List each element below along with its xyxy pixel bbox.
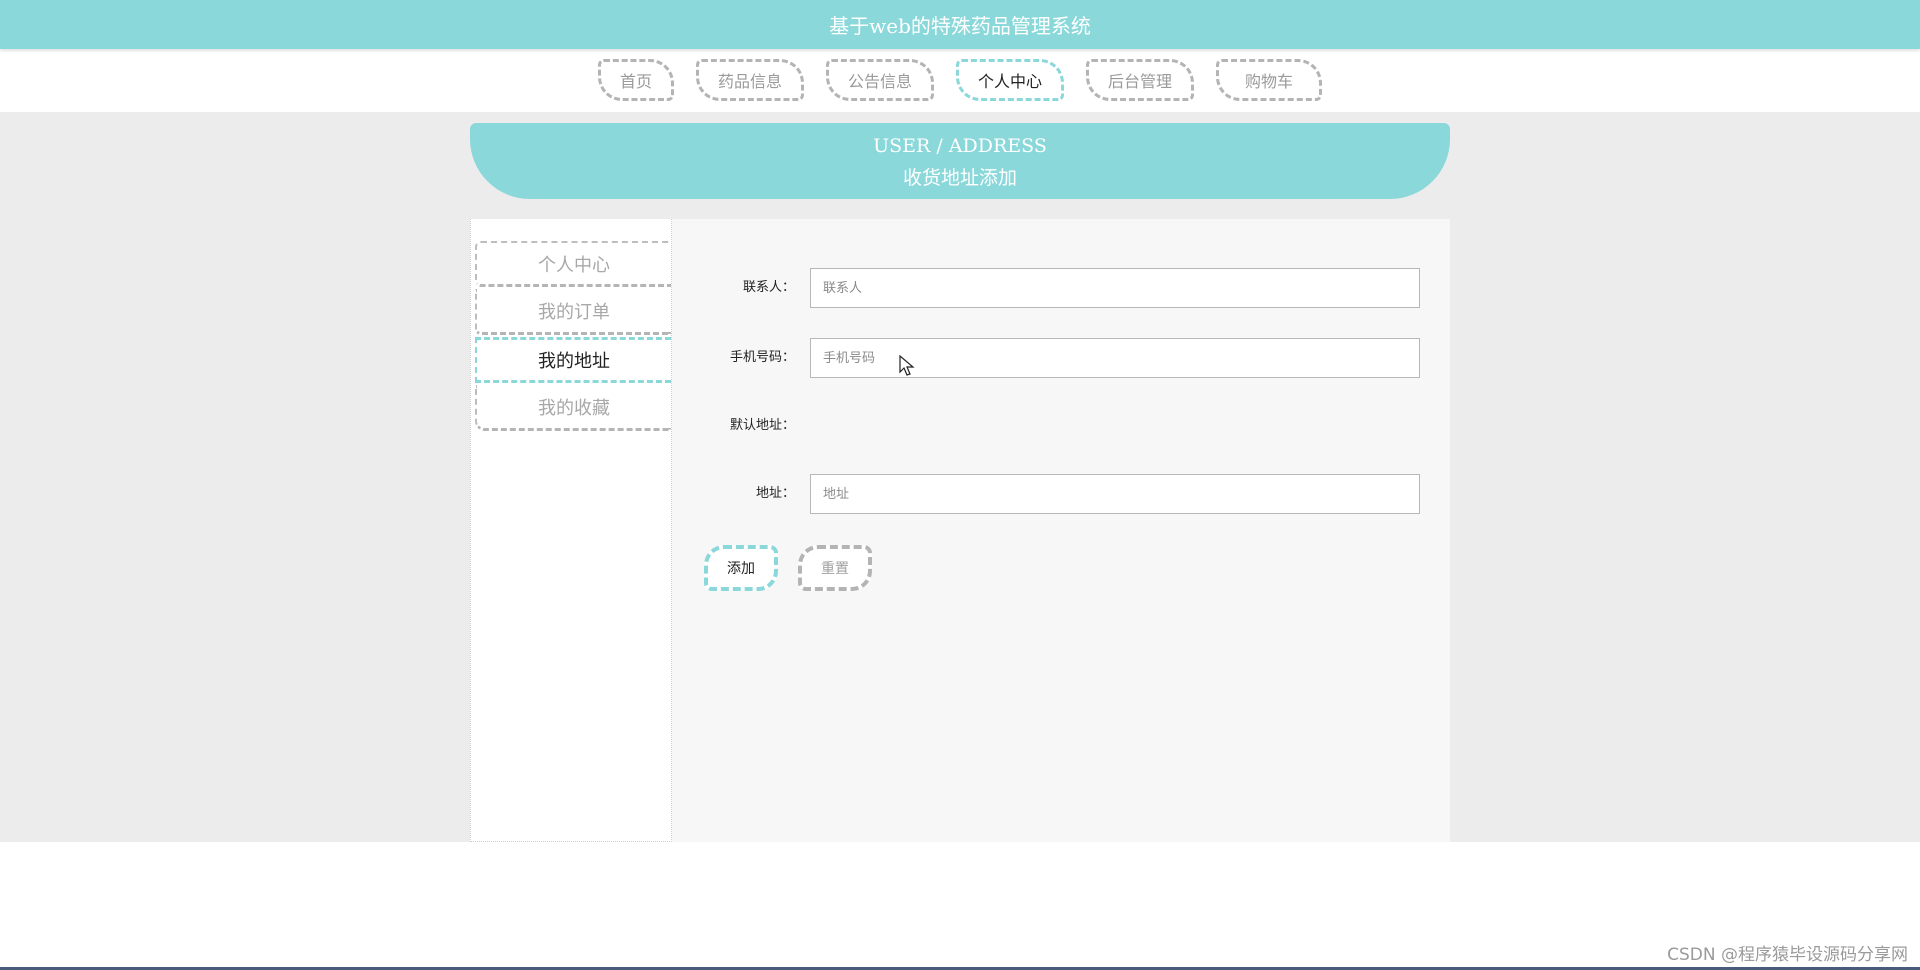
- header-bar: 基于web的特殊药品管理系统: [0, 0, 1920, 49]
- sidebar-item-my-address[interactable]: 我的地址: [475, 337, 671, 383]
- nav-item-announcements[interactable]: 公告信息: [826, 59, 934, 101]
- nav-item-cart[interactable]: 购物车: [1216, 59, 1322, 101]
- nav-item-admin[interactable]: 后台管理: [1086, 59, 1194, 101]
- sidebar: 个人中心 我的订单 我的地址 我的收藏: [470, 219, 672, 842]
- banner-title-en: USER / ADDRESS: [873, 135, 1047, 157]
- contact-label: 联系人：: [742, 280, 795, 295]
- mouse-pointer-icon: [899, 355, 915, 376]
- site-title: 基于web的特殊药品管理系统: [829, 14, 1091, 38]
- page-banner: USER / ADDRESS 收货地址添加: [470, 123, 1450, 199]
- default-address-label: 默认地址：: [729, 418, 795, 433]
- sidebar-item-personal-center[interactable]: 个人中心: [475, 241, 671, 287]
- banner-title-cn: 收货地址添加: [902, 167, 1017, 189]
- phone-label: 手机号码：: [729, 350, 795, 365]
- sidebar-item-my-favorites[interactable]: 我的收藏: [475, 385, 671, 431]
- nav-item-personal-center[interactable]: 个人中心: [956, 59, 1064, 101]
- sidebar-item-my-orders[interactable]: 我的订单: [475, 289, 671, 335]
- nav-item-medicine-info[interactable]: 药品信息: [696, 59, 804, 101]
- main-nav: 首页 药品信息 公告信息 个人中心 后台管理 购物车: [0, 52, 1920, 108]
- page: 基于web的特殊药品管理系统 首页 药品信息 公告信息 个人中心 后台管理 购物…: [0, 0, 1920, 970]
- address-input[interactable]: [810, 474, 1420, 514]
- form-panel: [672, 219, 1450, 842]
- address-label: 地址：: [755, 486, 795, 501]
- contact-input[interactable]: [810, 268, 1420, 308]
- add-button[interactable]: 添加: [704, 545, 778, 591]
- nav-item-home[interactable]: 首页: [598, 59, 674, 101]
- watermark: CSDN @程序猿毕设源码分享网: [1667, 945, 1908, 965]
- reset-button[interactable]: 重置: [798, 545, 872, 591]
